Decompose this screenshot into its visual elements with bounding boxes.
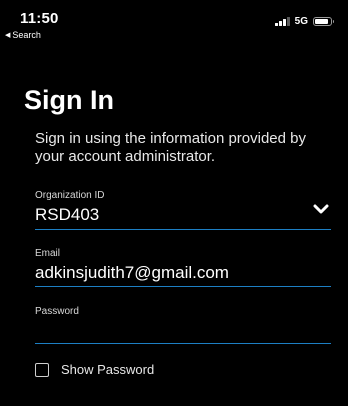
page-title: Sign In: [24, 85, 114, 115]
password-label: Password: [35, 306, 79, 317]
network-type: 5G: [294, 16, 308, 27]
organization-id-underline: [35, 229, 331, 230]
battery-icon: [313, 17, 334, 26]
password-underline: [35, 343, 331, 344]
show-password-label: Show Password: [61, 362, 155, 377]
signal-icon: [275, 17, 290, 26]
status-indicators: 5G: [275, 16, 334, 27]
show-password-toggle[interactable]: Show Password: [35, 362, 154, 377]
page-subtitle: Sign in using the information provided b…: [35, 130, 306, 165]
organization-id-value[interactable]: RSD403: [35, 205, 331, 225]
email-underline: [35, 286, 331, 287]
back-label: Search: [12, 30, 41, 40]
status-time: 11:50: [20, 10, 59, 27]
status-bar: 11:50 ◀ Search 5G: [0, 0, 348, 50]
back-to-search-link[interactable]: ◀ Search: [5, 30, 41, 40]
organization-id-field[interactable]: Organization ID RSD403: [35, 190, 331, 232]
chevron-down-icon[interactable]: [313, 203, 329, 215]
show-password-checkbox[interactable]: [35, 362, 49, 377]
email-label: Email: [35, 248, 61, 259]
email-input[interactable]: adkinsjudith7@gmail.com: [35, 263, 331, 283]
password-input[interactable]: [35, 321, 331, 341]
email-field[interactable]: Email adkinsjudith7@gmail.com: [35, 248, 331, 290]
organization-id-label: Organization ID: [35, 190, 105, 201]
password-field[interactable]: Password: [35, 306, 331, 348]
back-arrow-icon: ◀: [5, 32, 11, 39]
